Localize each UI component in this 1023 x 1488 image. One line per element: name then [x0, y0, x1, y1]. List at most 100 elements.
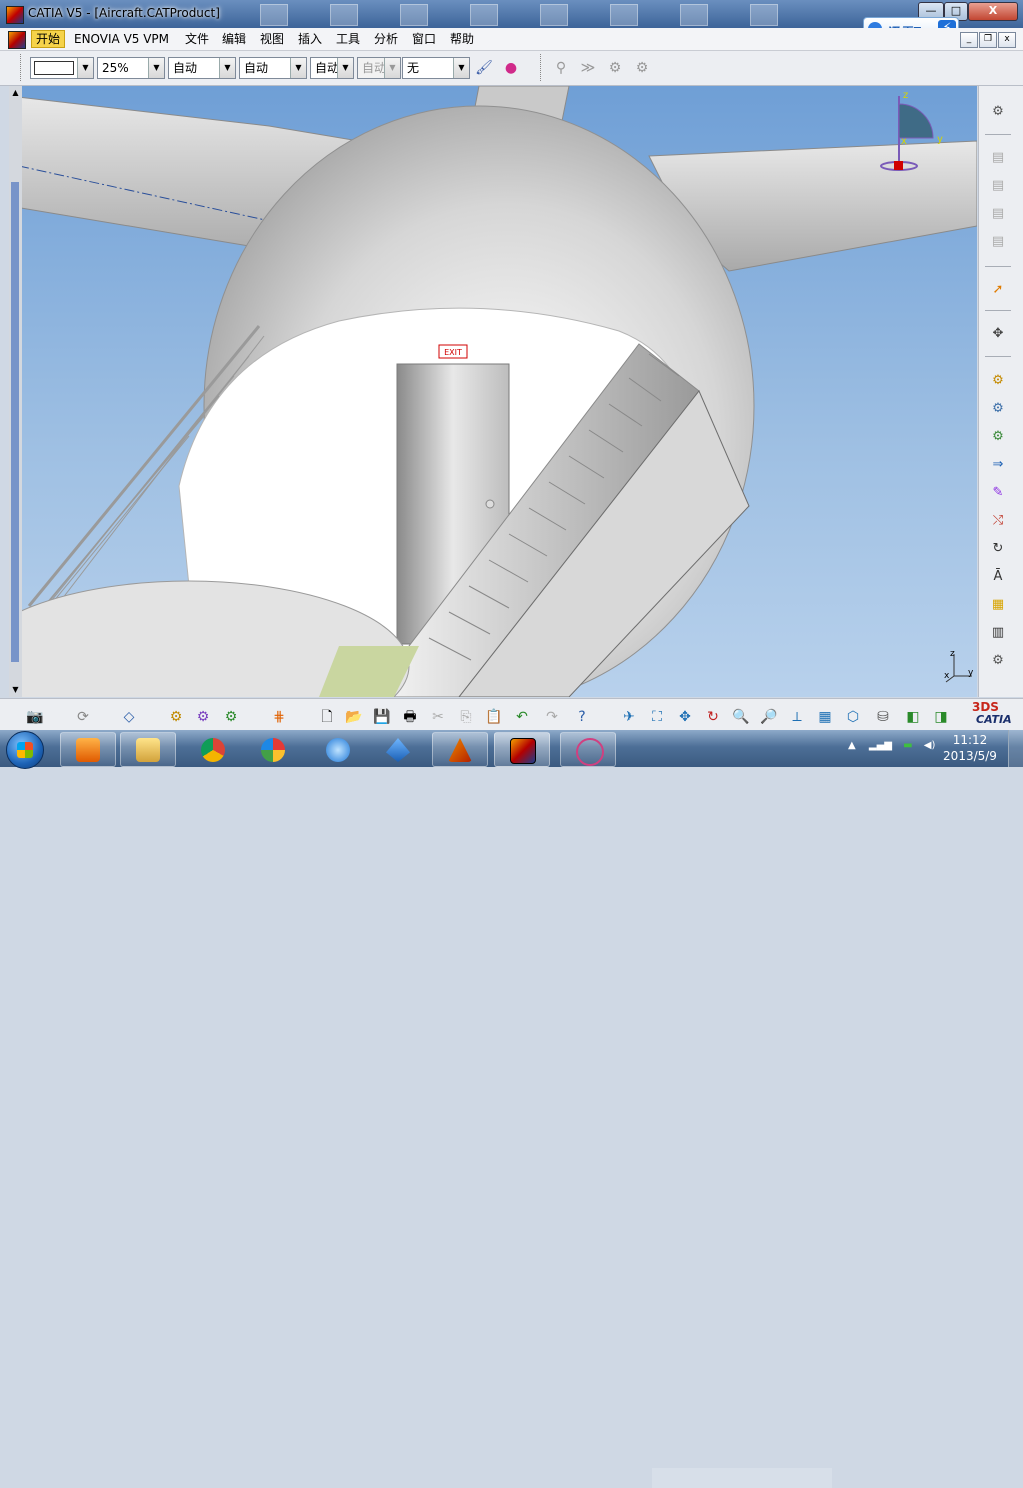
volume-icon[interactable]: ◀) [924, 740, 936, 751]
linewidth-combo[interactable]: 自动 ▼ [168, 57, 236, 79]
chevron-down-icon[interactable]: ▼ [148, 58, 164, 78]
linetype-combo[interactable]: 自动 ▼ [239, 57, 307, 79]
undo-icon[interactable]: ↶ [511, 707, 533, 727]
manipulate-icon[interactable]: ✥ [987, 324, 1009, 344]
chevron-down-icon[interactable]: ▼ [219, 58, 235, 78]
zoom-out-icon[interactable]: 🔎 [758, 707, 780, 727]
3d-viewport[interactable]: EXIT z y x z x y [9, 86, 977, 697]
generate-numbering-icon[interactable]: ↻ [987, 539, 1009, 559]
spec-tree-scrollbar[interactable]: ▲ ▼ [9, 86, 22, 697]
mdi-restore-button[interactable]: ❐ [979, 32, 997, 48]
plane-icon[interactable]: ◇ [118, 707, 140, 727]
taskbar-ie[interactable] [310, 732, 366, 767]
select-arrow-icon[interactable]: ➚ [987, 280, 1009, 300]
menu-enovia[interactable]: ENOVIA V5 VPM [70, 31, 173, 47]
clock-time: 11:12 [952, 733, 988, 747]
grid-icon[interactable]: ⋕ [268, 707, 290, 727]
menu-tools[interactable]: 工具 [332, 31, 364, 47]
iso-view-icon[interactable]: ⬡ [842, 707, 864, 727]
menu-analysis[interactable]: 分析 [370, 31, 402, 47]
gear-icon[interactable]: ⚙ [987, 102, 1009, 122]
close-button[interactable]: X [968, 2, 1018, 21]
rotate-icon[interactable]: ↻ [702, 707, 724, 727]
catia-icon [510, 738, 536, 764]
scrollbar-thumb[interactable] [11, 182, 19, 662]
catia-app-icon[interactable] [6, 6, 24, 24]
scroll-down-icon[interactable]: ▼ [10, 684, 21, 695]
compass-icon[interactable]: z y x [871, 86, 961, 181]
fly-mode-icon[interactable]: ✈ [618, 707, 640, 727]
gear-icon[interactable]: ⚙ [987, 651, 1009, 671]
save-icon[interactable]: 💾 [371, 707, 393, 727]
point-symbol-combo[interactable]: 自动 ▼ [310, 57, 354, 79]
chevron-down-icon[interactable]: ▼ [453, 58, 469, 78]
graph-tree-reorder-icon[interactable]: ⤭ [987, 511, 1009, 531]
pan-icon[interactable]: ✥ [674, 707, 696, 727]
rules-icon[interactable]: ⚙ [220, 707, 242, 727]
camera-icon[interactable]: 📷 [24, 707, 46, 727]
background-desktop-icon [260, 4, 288, 26]
fast-multi-instantiation-icon[interactable]: ▥ [987, 623, 1009, 643]
new-product-icon[interactable]: ⚙ [987, 399, 1009, 419]
chevron-up-icon[interactable]: ▲ [848, 740, 856, 751]
menu-view[interactable]: 视图 [256, 31, 288, 47]
menu-insert[interactable]: 插入 [294, 31, 326, 47]
mdi-close-button[interactable]: x [998, 32, 1016, 48]
new-part-icon[interactable]: ⚙ [987, 427, 1009, 447]
swap-visible-space-icon[interactable]: ◨ [930, 707, 952, 727]
color-combo[interactable]: ▼ [30, 57, 94, 79]
menu-help[interactable]: 帮助 [446, 31, 478, 47]
chevron-down-icon[interactable]: ▼ [77, 58, 93, 78]
taskbar-matlab[interactable] [432, 732, 488, 767]
menu-file[interactable]: 文件 [181, 31, 213, 47]
shading-icon[interactable]: ⛁ [872, 707, 894, 727]
taskbar-360[interactable] [245, 732, 301, 767]
taskbar-chrome[interactable] [185, 732, 241, 767]
menu-edit[interactable]: 编辑 [218, 31, 250, 47]
taskbar-explorer[interactable] [120, 732, 176, 767]
replace-component-icon[interactable]: ✎ [987, 483, 1009, 503]
cut-icon: ✂ [432, 709, 444, 725]
multi-view-icon[interactable]: ▦ [814, 707, 836, 727]
hide-show-icon[interactable]: ◧ [902, 707, 924, 727]
battery-icon[interactable]: ▬ [903, 740, 912, 751]
scroll-up-icon[interactable]: ▲ [10, 87, 21, 98]
fit-all-icon[interactable]: ⛶ [646, 707, 668, 727]
system-clock[interactable]: 11:12 2013/5/9 [940, 732, 1000, 764]
color-swatch [34, 61, 74, 75]
start-button[interactable] [6, 731, 44, 769]
menu-start[interactable]: 开始 [31, 30, 66, 48]
transparency-combo[interactable]: 25% ▼ [97, 57, 165, 79]
mdi-minimize-button[interactable]: _ [960, 32, 978, 48]
formula-icon[interactable]: ⚙ [192, 707, 214, 727]
toolbar-grip[interactable] [20, 54, 24, 81]
whats-this-icon[interactable]: ? [571, 707, 593, 727]
new-component-icon[interactable]: ⚙ [987, 371, 1009, 391]
chevron-down-icon[interactable]: ▼ [337, 58, 353, 78]
open-folder-icon[interactable]: 📂 [343, 707, 365, 727]
document-icon[interactable] [8, 31, 26, 49]
taskbar-media-player[interactable] [60, 732, 116, 767]
taskbar-catia[interactable] [494, 732, 550, 767]
aircraft-model: EXIT [9, 86, 977, 697]
taskbar-xunlei[interactable] [370, 732, 426, 767]
existing-component-icon[interactable]: ⇒ [987, 455, 1009, 475]
catalog-browser-icon[interactable]: ▦ [987, 595, 1009, 615]
bill-of-material-icon[interactable]: Ā [987, 567, 1009, 587]
normal-view-icon[interactable]: ⟂ [786, 707, 808, 727]
toolbar-grip[interactable] [540, 54, 544, 81]
taskbar-snipping[interactable] [560, 732, 616, 767]
layer-combo[interactable]: 无 ▼ [402, 57, 470, 79]
print-icon[interactable]: 🖶 [399, 707, 421, 727]
chevron-down-icon[interactable]: ▼ [290, 58, 306, 78]
show-desktop-button[interactable] [1008, 730, 1023, 767]
refresh-icon[interactable]: ⟳ [72, 707, 94, 727]
zoom-in-icon[interactable]: 🔍 [730, 707, 752, 727]
menu-window[interactable]: 窗口 [408, 31, 440, 47]
new-file-icon[interactable]: 🗋 [316, 707, 338, 727]
signal-icon[interactable]: ▂▄▆ [869, 740, 892, 751]
format-painter-icon[interactable]: 🖌 [473, 57, 495, 79]
graphic-properties-icon[interactable]: ● [500, 57, 522, 79]
knowledge-icon[interactable]: ⚙ [165, 707, 187, 727]
point-symbol-value: 自动 [315, 61, 340, 75]
